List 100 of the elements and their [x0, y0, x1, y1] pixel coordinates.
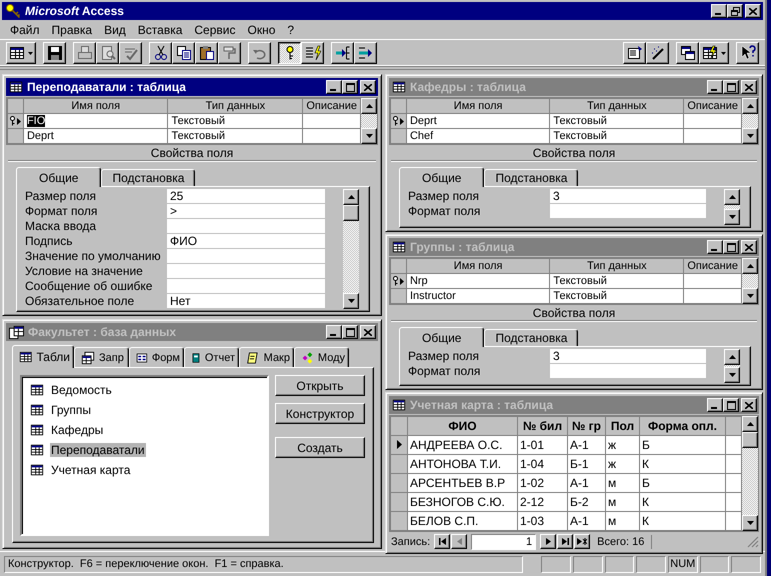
scrollbar-track[interactable] [724, 205, 740, 209]
scrollbar-track[interactable] [724, 365, 740, 367]
table-cell[interactable] [684, 288, 742, 304]
table-cell[interactable]: ж [606, 454, 640, 474]
table-cell[interactable]: Nrp [406, 274, 550, 288]
scroll-down-button[interactable] [724, 367, 740, 383]
table-cell[interactable]: Текстовый [550, 288, 684, 304]
property-value-field[interactable] [167, 279, 325, 293]
previous-record-button[interactable] [451, 534, 468, 549]
scroll-up-button[interactable] [343, 189, 359, 205]
table-cell[interactable]: 1-01 [518, 436, 568, 454]
first-record-button[interactable] [434, 534, 450, 549]
property-value-field[interactable]: 3 [550, 189, 706, 203]
restore-button[interactable] [727, 4, 743, 18]
column-header[interactable]: Форма опл. [640, 416, 726, 436]
close-button[interactable] [360, 80, 376, 94]
table-cell[interactable]: АНДРЕЕВА О.С. [408, 436, 518, 454]
tab[interactable]: Табли [12, 345, 74, 368]
scroll-up-button[interactable] [742, 98, 758, 114]
scroll-up-button[interactable] [724, 349, 740, 365]
tab[interactable]: Подстановка [484, 329, 578, 346]
menu-item[interactable]: Сервис [188, 22, 242, 36]
tab[interactable]: Отчет [184, 347, 239, 367]
table-cell[interactable] [302, 128, 360, 144]
help-button[interactable] [736, 42, 759, 64]
table-cell[interactable]: Текстовый [168, 114, 303, 128]
property-value-field[interactable] [167, 264, 325, 278]
table-cell[interactable]: Текстовый [550, 128, 684, 144]
row-selector[interactable] [390, 436, 408, 454]
primary-key-button[interactable] [278, 42, 301, 64]
property-value-field[interactable]: Нет [167, 294, 325, 308]
table-cell[interactable]: Б [640, 436, 726, 454]
table-cell[interactable]: К [640, 492, 726, 512]
scroll-down-button[interactable] [724, 209, 740, 225]
table-cell[interactable]: FIO [23, 114, 168, 128]
scroll-thumb[interactable] [742, 432, 758, 448]
table-cell[interactable]: Текстовый [550, 114, 684, 128]
command-button[interactable]: Конструктор [275, 403, 365, 424]
scroll-down-button[interactable] [742, 128, 758, 144]
list-item[interactable]: Группы [28, 403, 261, 417]
scroll-down-button[interactable] [343, 293, 359, 309]
table-cell[interactable]: 2-12 [518, 492, 568, 512]
scrollbar-track[interactable] [361, 114, 377, 128]
save-button[interactable] [43, 42, 66, 64]
table-cell[interactable]: АРСЕНТЬЕВ В.Р [408, 474, 518, 492]
menu-item[interactable]: Вид [98, 22, 132, 36]
table-cell[interactable]: Текстовый [550, 274, 684, 288]
property-value-field[interactable]: 3 [550, 349, 706, 363]
property-value-field[interactable] [167, 249, 325, 263]
table-cell[interactable]: БЕЛОВ С.П. [408, 512, 518, 530]
table-cell[interactable]: 1-02 [518, 474, 568, 492]
table-cell[interactable]: А-1 [568, 436, 606, 454]
table-cell[interactable]: м [606, 512, 640, 530]
property-value-field[interactable] [167, 219, 325, 233]
table-cell[interactable]: Б [640, 474, 726, 492]
row-selector[interactable] [8, 114, 24, 128]
table-cell[interactable]: Instructor [406, 288, 550, 304]
scroll-down-button[interactable] [742, 515, 758, 531]
scroll-down-button[interactable] [361, 128, 377, 144]
property-value-field[interactable] [550, 364, 706, 378]
row-selector[interactable] [390, 114, 406, 128]
table-cell[interactable]: БЕЗНОГОВ С.Ю. [408, 492, 518, 512]
maximize-button[interactable] [342, 80, 358, 94]
table-cell[interactable]: Б-2 [568, 492, 606, 512]
table-cell[interactable]: К [640, 512, 726, 530]
command-button[interactable]: Создать [275, 437, 365, 458]
list-item[interactable]: Учетная карта [28, 463, 261, 477]
scroll-up-button[interactable] [361, 98, 377, 114]
tab[interactable]: Форм [129, 347, 184, 367]
table-cell[interactable]: Текстовый [168, 128, 303, 144]
table-cell[interactable]: Deprt [23, 128, 168, 144]
row-selector[interactable] [390, 274, 406, 288]
tab[interactable]: Подстановка [484, 169, 578, 186]
tab[interactable]: Общие [399, 167, 484, 187]
property-value-field[interactable]: 25 [167, 189, 325, 203]
insert-rows-button[interactable] [331, 42, 354, 64]
last-record-button[interactable] [557, 534, 574, 549]
tab[interactable]: Макр [239, 347, 294, 367]
properties-button[interactable] [623, 42, 646, 64]
column-header[interactable]: № гр [568, 416, 606, 436]
next-record-button[interactable] [540, 534, 556, 549]
tab[interactable]: Подстановка [101, 169, 196, 186]
table-cell[interactable]: Chef [406, 128, 550, 144]
datasheet-view-button[interactable] [6, 42, 36, 64]
minimize-button[interactable] [711, 4, 727, 18]
table-cell[interactable]: Deprt [406, 114, 550, 128]
delete-rows-button[interactable] [354, 42, 377, 64]
column-header[interactable]: ФИО [408, 416, 518, 436]
close-button[interactable] [745, 4, 761, 18]
copy-button[interactable] [172, 42, 195, 64]
table-cell[interactable]: К [640, 454, 726, 474]
table-cell[interactable]: АНТОНОВА Т.И. [408, 454, 518, 474]
menu-item[interactable]: Окно [241, 22, 282, 36]
new-record-button[interactable] [574, 534, 590, 549]
scrollbar-track[interactable] [742, 274, 758, 288]
tab[interactable]: Общие [399, 327, 484, 347]
scroll-up-button[interactable] [742, 258, 758, 274]
menu-item[interactable]: Правка [46, 22, 98, 36]
size-grip-icon[interactable] [747, 536, 759, 548]
tab[interactable]: Запр [74, 347, 129, 367]
